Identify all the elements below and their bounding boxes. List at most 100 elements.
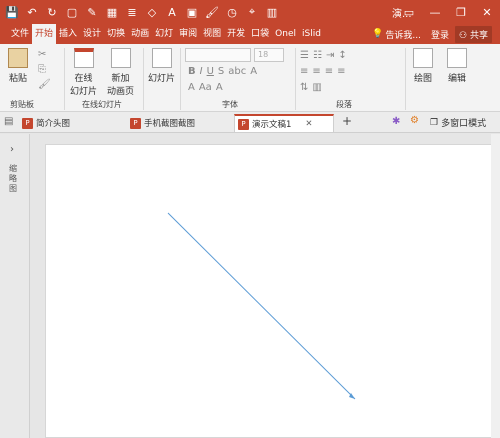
tab-developer[interactable]: 开发 xyxy=(224,24,248,44)
save-icon[interactable]: 💾 xyxy=(4,4,20,20)
bullets-icon[interactable]: ☰ xyxy=(300,50,309,61)
group-font-label: 字体 xyxy=(222,100,238,109)
target-icon[interactable]: ⌖ xyxy=(244,4,260,20)
thumbnail-pane: › 缩略图 xyxy=(0,134,30,438)
tab-islide[interactable]: iSlid xyxy=(299,24,324,44)
paste-button[interactable]: 粘贴 xyxy=(8,48,28,84)
paste-label: 粘贴 xyxy=(8,74,27,84)
window-icon: ❐ xyxy=(430,117,439,128)
new-animation-page-label: 新加 动画页 xyxy=(107,74,135,97)
new-file-icon[interactable]: ▢ xyxy=(64,4,80,20)
edit-label: 编辑 xyxy=(447,74,466,84)
align-right-icon[interactable]: ≡ xyxy=(325,66,333,77)
slides-button[interactable]: 幻灯片 xyxy=(148,48,175,84)
line-spacing-icon[interactable]: ↕ xyxy=(338,50,346,61)
grid-icon[interactable]: ▦ xyxy=(104,4,120,20)
tab-design[interactable]: 设计 xyxy=(80,24,104,44)
draw-button[interactable]: 绘图 xyxy=(413,48,433,84)
shape-icon[interactable]: ◇ xyxy=(144,4,160,20)
strikethrough-icon[interactable]: S xyxy=(218,66,224,77)
online-slides-label: 在线 幻灯片 xyxy=(70,74,98,97)
minimize-icon[interactable]: — xyxy=(422,0,448,24)
title-bar: 💾 ↶ ↻ ▢ ✎ ▦ ≣ ◇ A ▣ 🖌 ◷ ⌖ ▥ 演... ▭ — ❐ ✕ xyxy=(0,0,500,24)
chevron-right-icon[interactable]: › xyxy=(10,144,14,155)
tell-me-input[interactable]: 告诉我... xyxy=(385,28,421,41)
maximize-icon[interactable]: ❐ xyxy=(448,0,474,24)
grow-font-icon[interactable]: A xyxy=(216,82,223,93)
tab-slideshow[interactable]: 幻灯 xyxy=(152,24,176,44)
indent-icon[interactable]: ⇥ xyxy=(326,50,334,61)
tab-onenote[interactable]: Onel xyxy=(272,24,299,44)
doc-tab-active[interactable]: P 演示文稿1 ✕ xyxy=(234,114,334,132)
slide-canvas[interactable] xyxy=(45,144,492,438)
tab-view[interactable]: 视图 xyxy=(200,24,224,44)
hot-slide-icon xyxy=(73,48,94,68)
drawn-line[interactable] xyxy=(167,212,356,400)
divider xyxy=(143,48,144,110)
tab-animations[interactable]: 动画 xyxy=(128,24,152,44)
tab-pocket[interactable]: 口袋 xyxy=(248,24,272,44)
ribbon-toggle-icon[interactable]: ▭ xyxy=(396,0,422,24)
online-slides-button[interactable]: 在线 幻灯片 xyxy=(70,48,97,97)
font-color-icon[interactable]: A xyxy=(188,82,195,93)
new-animation-page-button[interactable]: 新加 动画页 xyxy=(107,48,134,97)
char-spacing-icon[interactable]: abc xyxy=(228,66,246,77)
font-size-select[interactable]: 18 xyxy=(254,48,284,62)
layout-icon[interactable]: ▥ xyxy=(264,4,280,20)
align-icon[interactable]: ≣ xyxy=(124,4,140,20)
numbering-icon[interactable]: ☷ xyxy=(313,50,322,61)
align-center-icon[interactable]: ≡ xyxy=(312,66,320,77)
share-label: 共享 xyxy=(469,30,488,41)
edit-button[interactable]: 编辑 xyxy=(447,48,467,84)
slides-label: 幻灯片 xyxy=(148,74,176,84)
shapes-icon xyxy=(413,48,433,68)
settings-icon[interactable]: ⚙ xyxy=(410,115,419,126)
document-tabs-bar: ▤ P 简介头图 P 手机截图截图 P 演示文稿1 ✕ + ✱ ⚙ ❐ 多窗口模… xyxy=(0,112,500,133)
italic-icon[interactable]: I xyxy=(200,66,203,77)
brush-icon[interactable]: 🖌 xyxy=(204,4,220,20)
share-button[interactable]: ⚇ 共享 xyxy=(455,25,492,43)
highlight-icon[interactable]: Aa xyxy=(199,82,212,93)
copy-icon[interactable]: ⎘ xyxy=(38,64,46,75)
format-painter-icon[interactable]: 🖌 xyxy=(38,79,51,90)
ribbon-panel: 粘贴 ✂ ⎘ 🖌 剪贴板 在线 幻灯片 新加 动画页 在线幻灯片 幻灯片 18 … xyxy=(0,44,500,112)
puzzle-icon[interactable]: ✱ xyxy=(392,116,400,127)
tab-transitions[interactable]: 切换 xyxy=(104,24,128,44)
bold-icon[interactable]: B xyxy=(188,66,196,77)
align-left-icon[interactable]: ≡ xyxy=(300,66,308,77)
divider xyxy=(180,48,181,110)
close-tab-icon[interactable]: ✕ xyxy=(305,119,312,129)
font-family-select[interactable] xyxy=(185,48,251,62)
justify-icon[interactable]: ≡ xyxy=(337,66,345,77)
multi-window-button[interactable]: ❐ 多窗口模式 xyxy=(430,116,486,130)
divider xyxy=(405,48,406,110)
tool-icon[interactable]: ▣ xyxy=(184,4,200,20)
underline-icon[interactable]: U xyxy=(207,66,214,77)
tab-file[interactable]: 文件 xyxy=(8,24,32,44)
undo-icon[interactable]: ↶ xyxy=(24,4,40,20)
shadow-icon[interactable]: A xyxy=(250,66,257,77)
font-a-icon[interactable]: A xyxy=(164,4,180,20)
clock-icon[interactable]: ◷ xyxy=(224,4,240,20)
tab-review[interactable]: 审阅 xyxy=(176,24,200,44)
login-link[interactable]: 登录 xyxy=(431,28,449,41)
tab-insert[interactable]: 插入 xyxy=(56,24,80,44)
group-online-label: 在线幻灯片 xyxy=(82,100,122,109)
doc-tab[interactable]: P 手机截图截图 xyxy=(130,114,195,132)
tab-list-icon[interactable]: ▤ xyxy=(4,116,13,127)
close-icon[interactable]: ✕ xyxy=(474,0,500,24)
ppt-icon: P xyxy=(238,118,249,130)
add-tab-icon[interactable]: + xyxy=(342,114,352,128)
vertical-scrollbar[interactable] xyxy=(491,134,500,438)
divider xyxy=(64,48,65,110)
cut-icon[interactable]: ✂ xyxy=(38,49,46,60)
editing-area xyxy=(31,134,500,438)
search-icon xyxy=(447,48,467,68)
draw-label: 绘图 xyxy=(413,74,432,84)
redo-icon[interactable]: ↻ xyxy=(44,4,60,20)
pen-icon[interactable]: ✎ xyxy=(84,4,100,20)
tab-home[interactable]: 开始 xyxy=(32,24,57,44)
columns-icon[interactable]: ▥ xyxy=(312,82,321,93)
text-direction-icon[interactable]: ⇅ xyxy=(300,82,308,93)
doc-tab[interactable]: P 简介头图 xyxy=(22,114,70,132)
